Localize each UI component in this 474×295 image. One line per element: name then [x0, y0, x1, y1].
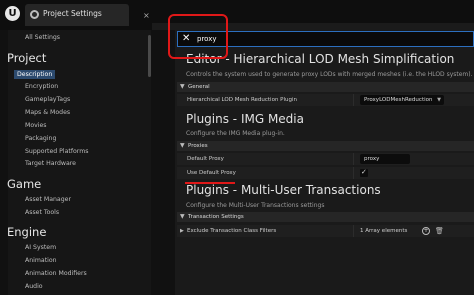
- sidebar-item-audio[interactable]: Audio: [25, 283, 43, 290]
- category-general[interactable]: ▼ General: [177, 82, 474, 92]
- add-element-icon[interactable]: +: [422, 227, 430, 235]
- property-row-use-default-proxy: Use Default Proxy ✓: [177, 167, 474, 179]
- category-label: Transaction Settings: [188, 214, 244, 220]
- property-label: Exclude Transaction Class Filters: [187, 228, 277, 234]
- property-row-hlod-plugin: Hierarchical LOD Mesh Reduction Plugin P…: [177, 94, 474, 106]
- sidebar-item-description[interactable]: Description: [14, 70, 56, 79]
- category-label: Proxies: [188, 143, 208, 149]
- property-row-exclude-filters: Exclude Transaction Class Filters ▶ 1 Ar…: [177, 225, 474, 237]
- sidebar-item-asset-manager[interactable]: Asset Manager: [25, 196, 71, 203]
- column-divider[interactable]: [353, 225, 354, 237]
- tab-project-settings[interactable]: Project Settings ×: [25, 4, 150, 26]
- sidebar-section-engine[interactable]: Engine: [7, 225, 46, 239]
- sidebar-item-encryption[interactable]: Encryption: [25, 83, 58, 90]
- property-label: Hierarchical LOD Mesh Reduction Plugin: [187, 97, 298, 103]
- sidebar-item-animation-modifiers[interactable]: Animation Modifiers: [25, 270, 87, 277]
- collapse-arrow-icon[interactable]: ▼: [180, 213, 185, 220]
- hlod-plugin-dropdown[interactable]: ProxyLODMeshReduction ▼: [360, 95, 444, 105]
- category-transaction-settings[interactable]: ▼ Transaction Settings: [177, 212, 474, 222]
- sidebar-item-target-hardware[interactable]: Target Hardware: [25, 160, 76, 167]
- chevron-down-icon: ▼: [437, 97, 441, 103]
- sidebar-item-asset-tools[interactable]: Asset Tools: [25, 209, 59, 216]
- property-label: Default Proxy: [187, 156, 224, 162]
- collapse-arrow-icon[interactable]: ▼: [180, 83, 185, 90]
- sidebar-item-animation[interactable]: Animation: [25, 257, 57, 264]
- section-description-img-media: Configure the IMG Media plug-in.: [186, 130, 285, 137]
- use-default-proxy-checkbox[interactable]: ✓: [360, 168, 368, 177]
- property-row-default-proxy: Default Proxy proxy: [177, 153, 474, 165]
- sidebar-item-supported-platforms[interactable]: Supported Platforms: [25, 148, 88, 155]
- annotation-highlight-box: [168, 14, 228, 59]
- expand-arrow-icon[interactable]: ▶: [180, 228, 184, 234]
- default-proxy-field[interactable]: proxy: [360, 154, 410, 164]
- array-count: 1 Array elements: [360, 228, 408, 234]
- checkmark-icon: ✓: [361, 168, 367, 176]
- tab-close-icon[interactable]: ×: [143, 11, 150, 20]
- trash-icon[interactable]: 🗑: [435, 227, 444, 235]
- section-title-multi-user: Plugins - Multi-User Transactions: [186, 183, 381, 197]
- property-label: Use Default Proxy: [187, 170, 236, 176]
- collapse-arrow-icon[interactable]: ▼: [180, 142, 185, 149]
- column-divider[interactable]: [353, 94, 354, 106]
- sidebar-all-settings[interactable]: All Settings: [25, 34, 60, 41]
- category-proxies[interactable]: ▼ Proxies: [177, 141, 474, 151]
- section-description-multi-user: Configure the Multi-User Transactions se…: [186, 202, 325, 209]
- section-title-img-media: Plugins - IMG Media: [186, 112, 304, 126]
- dropdown-value: ProxyLODMeshReduction: [364, 97, 433, 103]
- unreal-logo-icon: U: [5, 6, 20, 21]
- sidebar-section-project[interactable]: Project: [7, 51, 46, 65]
- sidebar-section-game[interactable]: Game: [7, 177, 41, 191]
- sidebar-item-gameplaytags[interactable]: GameplayTags: [25, 96, 70, 103]
- settings-icon: [30, 10, 39, 19]
- sidebar-item-maps-modes[interactable]: Maps & Modes: [25, 109, 70, 116]
- sidebar-item-packaging[interactable]: Packaging: [25, 135, 56, 142]
- sidebar-item-ai-system[interactable]: AI System: [25, 244, 56, 251]
- tab-label: Project Settings: [43, 9, 102, 18]
- sidebar-scrollbar[interactable]: [148, 35, 151, 77]
- category-label: General: [188, 84, 210, 90]
- section-description-hlod: Controls the system used to generate pro…: [186, 71, 473, 78]
- field-value: proxy: [364, 156, 380, 162]
- column-divider[interactable]: [353, 153, 354, 165]
- sidebar-item-movies[interactable]: Movies: [25, 122, 47, 129]
- column-divider[interactable]: [353, 167, 354, 179]
